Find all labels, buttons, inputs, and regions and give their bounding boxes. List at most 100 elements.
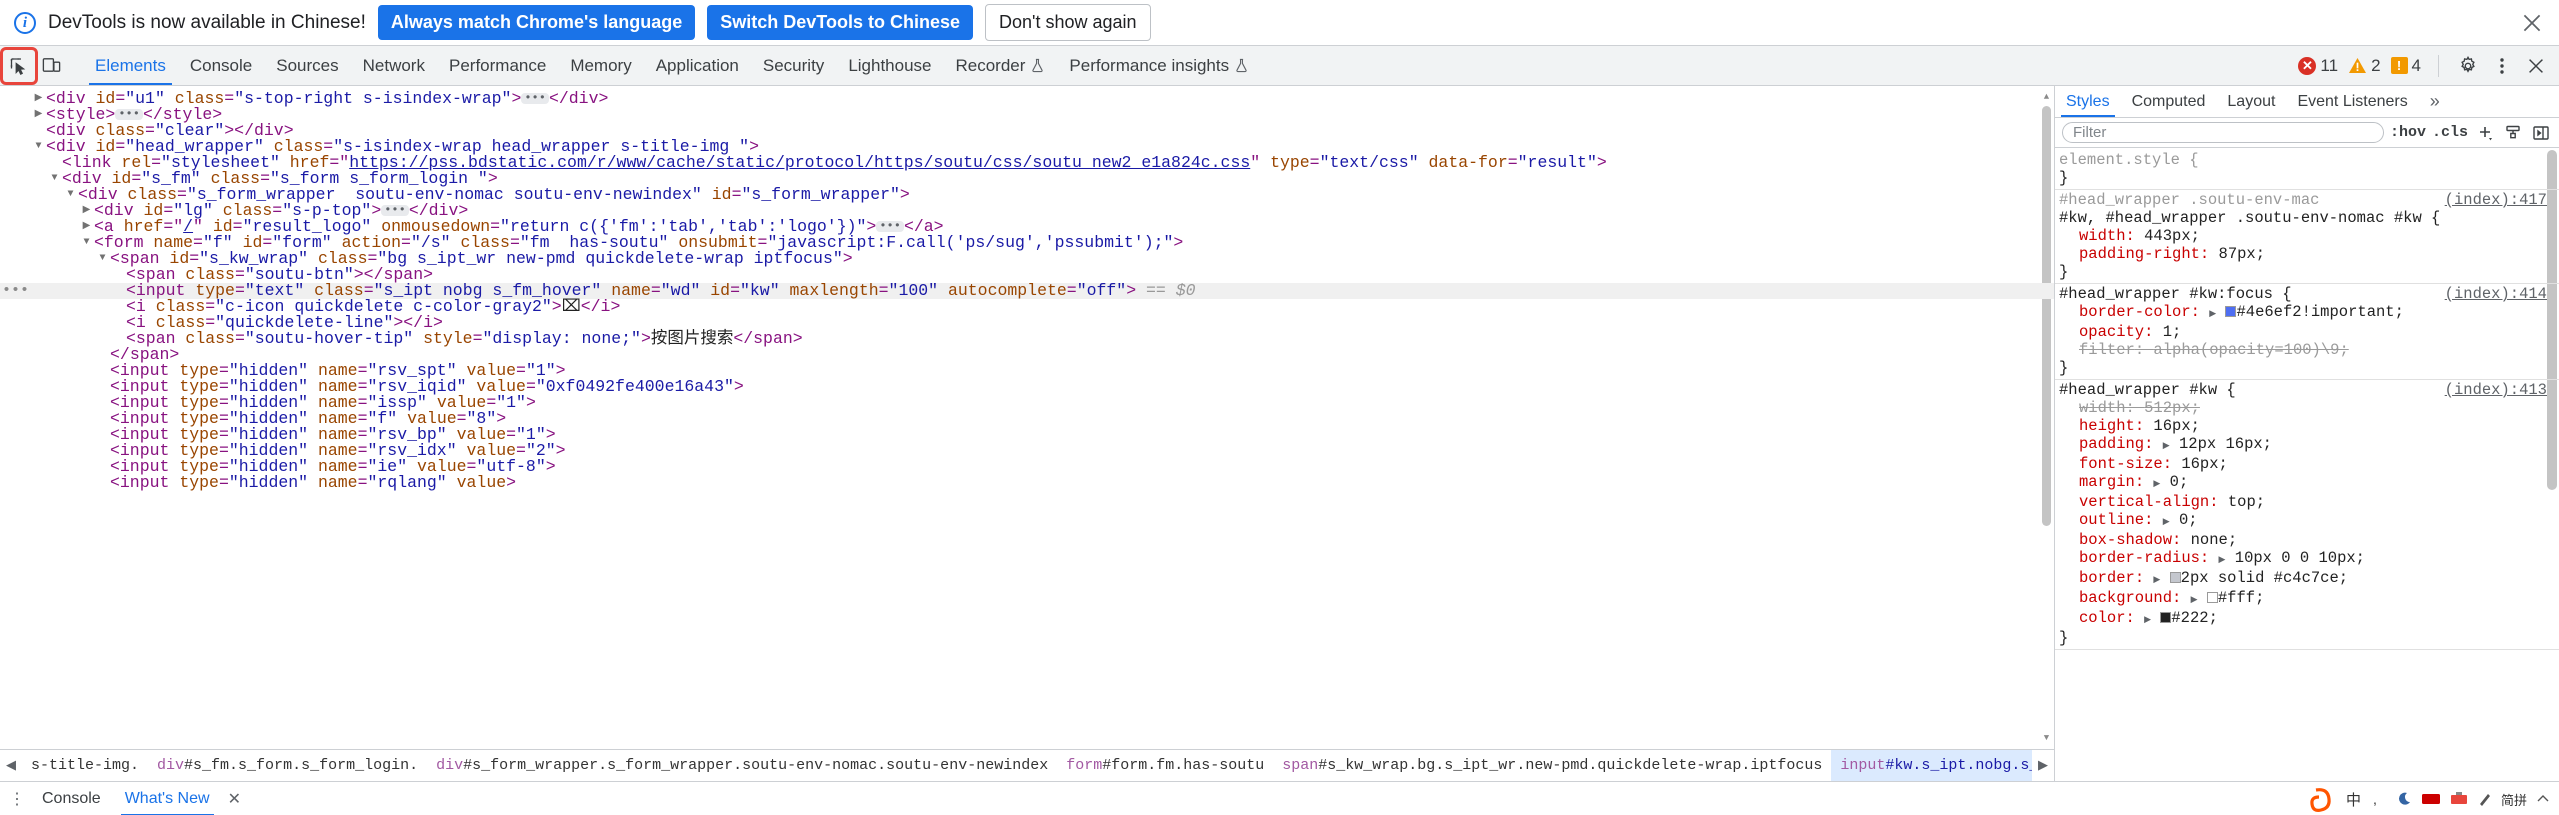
css-property-name[interactable]: border-radius	[2079, 549, 2200, 567]
css-declaration[interactable]: border-color: ▶ #4e6ef2!important;	[2055, 303, 2559, 323]
css-declaration[interactable]: border-radius: ▶ 10px 0 0 10px;	[2055, 549, 2559, 569]
expand-triangle-icon[interactable]: ▶	[81, 203, 92, 219]
css-property-value[interactable]: 443px;	[2144, 227, 2200, 245]
breadcrumb-item[interactable]: div#s_form_wrapper.s_form_wrapper.soutu-…	[427, 750, 1057, 781]
expand-triangle-icon[interactable]: ▶	[81, 219, 92, 235]
plus-icon[interactable]	[2474, 122, 2496, 144]
collapse-triangle-icon[interactable]: ▼	[49, 171, 60, 187]
css-property-name[interactable]: height	[2079, 417, 2135, 435]
expand-ellipsis-icon[interactable]: •••	[876, 220, 904, 232]
css-property-value[interactable]: 512px;	[2144, 399, 2200, 417]
drawer-tab-what-s-new[interactable]: What's New	[113, 782, 222, 815]
expand-shorthand-icon[interactable]: ▶	[2209, 309, 2216, 319]
dom-node[interactable]: ▶ <div id="u1" class="s-top-right s-isind…	[0, 90, 2054, 107]
css-selector[interactable]: #head_wrapper .soutu-env-mac (index):417	[2055, 191, 2559, 209]
color-swatch[interactable]	[2206, 592, 2218, 603]
breadcrumb-item[interactable]: span#s_kw_wrap.bg.s_ipt_wr.new-pmd.quick…	[1273, 750, 1831, 781]
expand-shorthand-icon[interactable]: ▶	[2163, 517, 2170, 527]
close-icon[interactable]	[2519, 10, 2545, 36]
css-declaration[interactable]: font-size: 16px;	[2055, 455, 2559, 473]
expand-shorthand-icon[interactable]: ▶	[2191, 595, 2198, 605]
css-property-value[interactable]: top;	[2228, 493, 2265, 511]
tab-security[interactable]: Security	[751, 46, 836, 85]
expand-ellipsis-icon[interactable]: •••	[381, 204, 409, 216]
styles-tab-styles[interactable]: Styles	[2055, 86, 2121, 117]
color-swatch[interactable]	[2169, 572, 2181, 583]
style-origin-link[interactable]: (index):414	[2445, 285, 2547, 303]
collapse-triangle-icon[interactable]: ▼	[97, 251, 108, 267]
kebab-menu-icon[interactable]: ⋮	[6, 789, 28, 809]
css-property-name[interactable]: background	[2079, 589, 2172, 607]
css-declaration[interactable]: padding-right: 87px;	[2055, 245, 2559, 263]
warning-count[interactable]: 2	[2345, 56, 2383, 76]
css-property-name[interactable]: padding	[2079, 435, 2144, 453]
css-declaration[interactable]: vertical-align: top;	[2055, 493, 2559, 511]
css-selector[interactable]: #head_wrapper #kw:focus {(index):414	[2055, 285, 2559, 303]
css-property-value[interactable]: 16px;	[2153, 417, 2200, 435]
node-badge-ellipsis-icon[interactable]: •••	[2, 283, 29, 299]
expand-shorthand-icon[interactable]: ▶	[2144, 615, 2151, 625]
css-declaration[interactable]: height: 16px;	[2055, 417, 2559, 435]
color-swatch[interactable]	[2160, 612, 2172, 623]
comma-icon[interactable]: ,	[2369, 790, 2387, 808]
css-declaration[interactable]: color: ▶ #222;	[2055, 609, 2559, 629]
css-declaration[interactable]: margin: ▶ 0;	[2055, 473, 2559, 493]
tab-network[interactable]: Network	[351, 46, 437, 85]
css-property-name[interactable]: color	[2079, 609, 2126, 627]
css-declaration[interactable]: padding: ▶ 12px 16px;	[2055, 435, 2559, 455]
css-property-value[interactable]: 16px;	[2181, 455, 2228, 473]
css-declaration[interactable]: filter: alpha(opacity=100)\9;	[2055, 341, 2559, 359]
css-declaration[interactable]: background: ▶ #fff;	[2055, 589, 2559, 609]
tab-elements[interactable]: Elements	[83, 46, 178, 85]
css-selector[interactable]: #head_wrapper #kw {(index):413	[2055, 381, 2559, 399]
tab-application[interactable]: Application	[644, 46, 751, 85]
css-property-name[interactable]: width	[2079, 227, 2126, 245]
pen-icon[interactable]	[2477, 791, 2493, 807]
breadcrumb-item[interactable]: s-title-img.	[22, 750, 148, 781]
hov-button[interactable]: :hov	[2390, 124, 2426, 141]
toggle-sidebar-icon[interactable]	[2530, 122, 2552, 144]
inspect-element-icon[interactable]	[0, 46, 38, 85]
css-property-name[interactable]: border	[2079, 569, 2135, 587]
styles-tab-layout[interactable]: Layout	[2216, 86, 2286, 117]
tab-recorder[interactable]: Recorder	[944, 46, 1058, 85]
always-match-chrome-language-button[interactable]: Always match Chrome's language	[377, 5, 696, 40]
cls-button[interactable]: .cls	[2432, 124, 2468, 141]
dom-tree[interactable]: ▲ ▼ ▶ <div id="u1" class="s-top-right s-i…	[0, 86, 2054, 749]
css-declaration[interactable]: width: 512px;	[2055, 399, 2559, 417]
css-property-value[interactable]: 0;	[2179, 511, 2198, 529]
styles-rules-list[interactable]: element.style {} #head_wrapper .soutu-env…	[2055, 148, 2559, 781]
css-property-value[interactable]: alpha(opacity=100)\9;	[2153, 341, 2348, 359]
drawer-tab-console[interactable]: Console	[30, 782, 113, 815]
expand-triangle-icon[interactable]: ▶	[33, 107, 44, 123]
breadcrumb-item[interactable]: input#kw.s_ipt.nobg.s_fm_hover	[1831, 750, 2032, 781]
css-property-value[interactable]: 1;	[2163, 323, 2182, 341]
css-property-name[interactable]: box-shadow	[2079, 531, 2172, 549]
chevron-up-icon[interactable]	[2535, 791, 2551, 807]
gear-icon[interactable]	[2453, 51, 2483, 81]
expand-shorthand-icon[interactable]: ▶	[2153, 575, 2160, 585]
css-property-value[interactable]: #4e6ef2!important;	[2236, 303, 2403, 321]
css-property-name[interactable]: border-color	[2079, 303, 2191, 321]
tab-performance-insights[interactable]: Performance insights	[1057, 46, 1261, 85]
kebab-menu-icon[interactable]	[2487, 51, 2517, 81]
ime-mode-label[interactable]: 中	[2346, 789, 2361, 810]
css-declaration[interactable]: width: 443px;	[2055, 227, 2559, 245]
style-origin-link[interactable]: (index):417	[2445, 191, 2547, 209]
css-property-name[interactable]: outline	[2079, 511, 2144, 529]
css-property-value[interactable]: 10px 0 0 10px;	[2235, 549, 2365, 567]
device-toolbar-icon[interactable]	[36, 51, 66, 81]
dom-node[interactable]: <span class="soutu-hover-tip" style="dis…	[0, 330, 2054, 347]
css-declaration[interactable]: outline: ▶ 0;	[2055, 511, 2559, 531]
scroll-down-arrow[interactable]: ▼	[2042, 733, 2051, 743]
tab-sources[interactable]: Sources	[264, 46, 350, 85]
close-icon[interactable]: ✕	[222, 789, 247, 809]
tab-console[interactable]: Console	[178, 46, 264, 85]
styles-filter-input[interactable]	[2062, 122, 2384, 143]
chevron-right-icon[interactable]: ▶	[2032, 758, 2054, 773]
dom-node[interactable]: ▶ <style> ••• </style>	[0, 106, 2054, 123]
collapse-triangle-icon[interactable]: ▼	[81, 235, 92, 251]
css-declaration[interactable]: opacity: 1;	[2055, 323, 2559, 341]
css-property-value[interactable]: #222;	[2171, 609, 2218, 627]
style-origin-link[interactable]: (index):413	[2445, 381, 2547, 399]
